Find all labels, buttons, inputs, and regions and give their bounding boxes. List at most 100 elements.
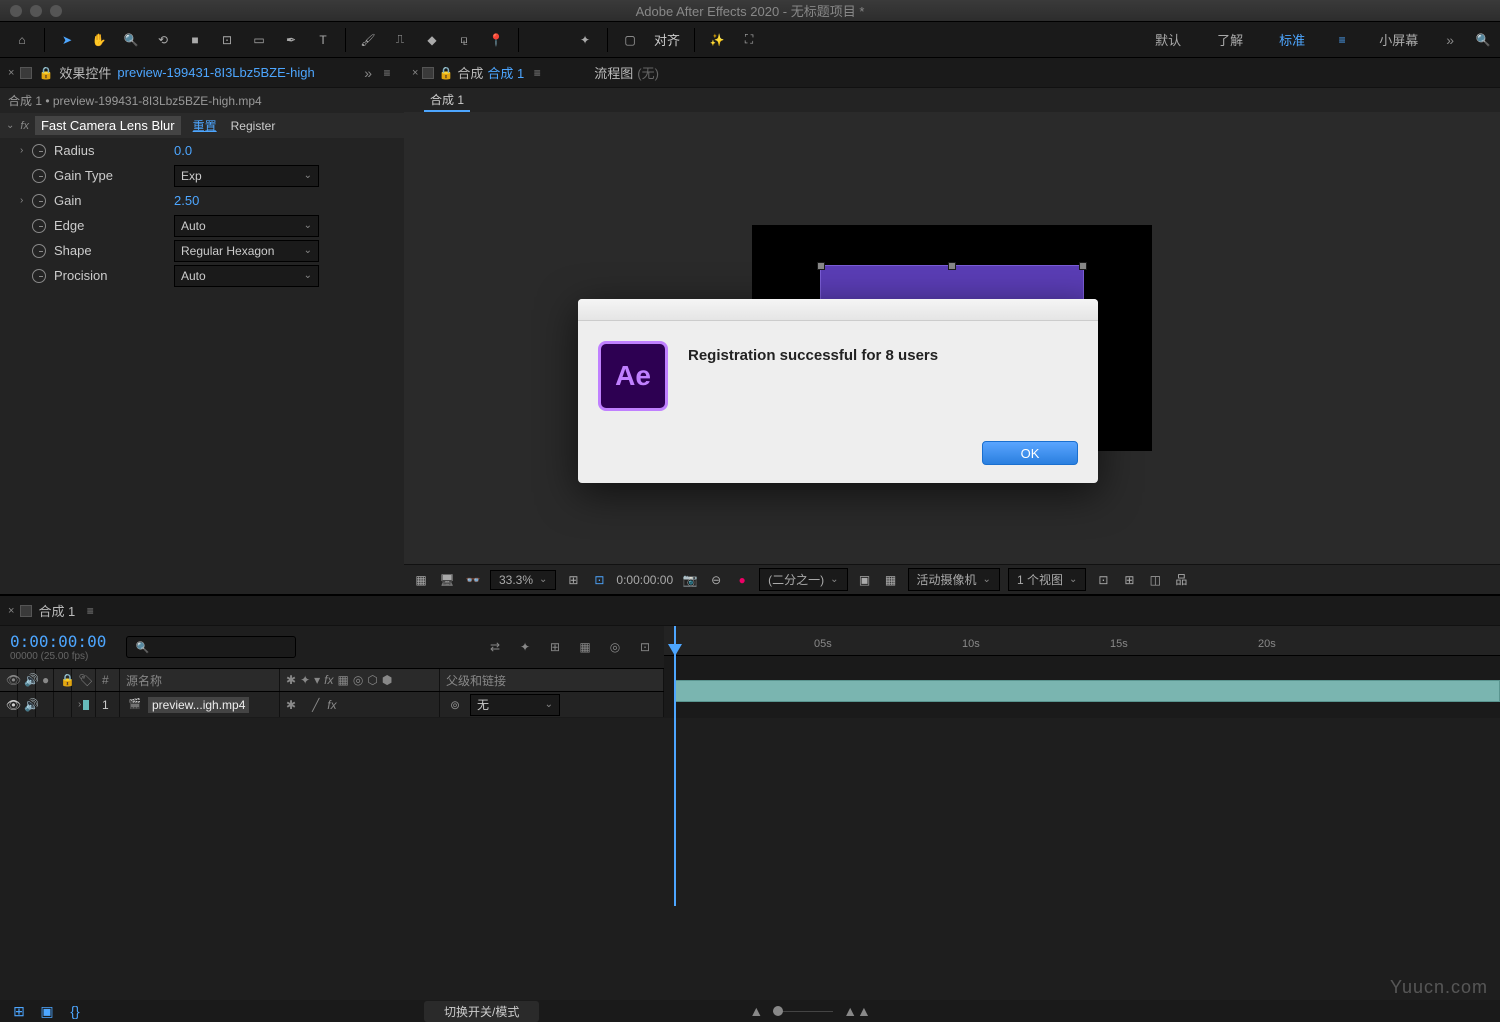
display-icon[interactable]: 🖥: [438, 571, 456, 589]
dialog-titlebar[interactable]: [578, 299, 1098, 321]
pen-tool[interactable]: ✒: [277, 26, 305, 54]
orbit-tool[interactable]: ⟲: [149, 26, 177, 54]
3d-axis-tool[interactable]: ✦: [571, 26, 599, 54]
layer-row[interactable]: 👁 🔊 › 1 🎬 preview...igh.mp4 ✱╱fx ⊚ 无⌄: [0, 692, 664, 718]
vf-icon[interactable]: ⊡: [1094, 571, 1112, 589]
tl-icon[interactable]: ◎: [606, 638, 624, 656]
home-button[interactable]: ⌂: [8, 26, 36, 54]
search-icon[interactable]: 🔍: [1474, 31, 1492, 49]
prop-value[interactable]: 0.0: [174, 143, 192, 158]
camera-tool[interactable]: ■: [181, 26, 209, 54]
color-icon[interactable]: ●: [733, 571, 751, 589]
toggle-switches-button[interactable]: 切换开关/模式: [424, 1001, 539, 1022]
prop-value[interactable]: 2.50: [174, 193, 199, 208]
selection-tool[interactable]: ➤: [53, 26, 81, 54]
zoom-select[interactable]: 33.3%⌄: [490, 570, 556, 590]
safe-icon[interactable]: ⊡: [590, 571, 608, 589]
zoom-out-icon[interactable]: ▲: [749, 1003, 763, 1019]
roto-tool[interactable]: ⚼: [450, 26, 478, 54]
solo-icon[interactable]: ●: [42, 671, 49, 689]
effect-register-button[interactable]: Register: [231, 119, 276, 133]
clone-tool[interactable]: ⎍: [386, 26, 414, 54]
option-icon[interactable]: ⊞: [564, 571, 582, 589]
source-name-column[interactable]: 源名称: [120, 669, 280, 691]
tl-icon[interactable]: ⊡: [636, 638, 654, 656]
transform-handle[interactable]: [1079, 262, 1087, 270]
pan-behind-tool[interactable]: ⊡: [213, 26, 241, 54]
viewer-timecode[interactable]: 0:00:00:00: [616, 573, 673, 587]
mask-icon[interactable]: 👓: [464, 571, 482, 589]
resolution-select[interactable]: (二分之一)⌄: [759, 568, 847, 591]
views-select[interactable]: 1 个视图⌄: [1008, 568, 1086, 591]
panel-menu-icon[interactable]: ≡: [528, 64, 546, 82]
playhead[interactable]: [674, 626, 676, 906]
stopwatch-icon[interactable]: [32, 219, 46, 233]
shape-tool[interactable]: ▭: [245, 26, 273, 54]
collapse-icon[interactable]: ⌄: [6, 120, 14, 131]
layer-color-swatch[interactable]: [83, 700, 89, 710]
close-tab-icon[interactable]: ×: [8, 605, 14, 617]
status-icon[interactable]: {}: [66, 1002, 84, 1020]
edge-select[interactable]: Auto⌄: [174, 215, 319, 237]
workspace-learn[interactable]: 了解: [1209, 26, 1251, 53]
transform-handle[interactable]: [948, 262, 956, 270]
tl-icon[interactable]: ⊞: [546, 638, 564, 656]
vf-icon[interactable]: ◫: [1146, 571, 1164, 589]
vf-icon[interactable]: 品: [1172, 571, 1190, 589]
zoom-in-icon[interactable]: ▲▲: [843, 1003, 871, 1019]
stopwatch-icon[interactable]: [32, 269, 46, 283]
transparency-icon[interactable]: ▦: [882, 571, 900, 589]
status-icon[interactable]: ▣: [38, 1002, 56, 1020]
stopwatch-icon[interactable]: [32, 144, 46, 158]
zoom-slider-handle[interactable]: [773, 1006, 783, 1016]
lock-icon[interactable]: 🔒: [438, 66, 453, 80]
workspace-default[interactable]: 默认: [1147, 26, 1189, 53]
shape-select[interactable]: Regular Hexagon⌄: [174, 240, 319, 262]
maximize-window-icon[interactable]: [50, 5, 62, 17]
close-tab-icon[interactable]: ×: [412, 67, 418, 79]
tl-icon[interactable]: ✦: [516, 638, 534, 656]
workspace-small-screen[interactable]: 小屏幕: [1371, 26, 1426, 53]
tag-icon[interactable]: 🏷: [78, 671, 93, 689]
zoom-tool[interactable]: 🔍: [117, 26, 145, 54]
timeline-tab[interactable]: 合成 1: [38, 601, 75, 620]
close-tab-icon[interactable]: ×: [8, 67, 14, 79]
close-window-icon[interactable]: [10, 5, 22, 17]
viewer-tab-name[interactable]: 合成 1: [487, 63, 524, 82]
roi-icon[interactable]: ▣: [856, 571, 874, 589]
effect-name[interactable]: Fast Camera Lens Blur: [35, 116, 181, 135]
effect-reset-link[interactable]: 重置: [193, 117, 217, 134]
stopwatch-icon[interactable]: [32, 244, 46, 258]
effects-tab-file[interactable]: preview-199431-8I3Lbz5BZE-high: [117, 65, 314, 80]
viewer-subtab-active[interactable]: 合成 1: [424, 89, 470, 112]
procision-select[interactable]: Auto⌄: [174, 265, 319, 287]
overflow-icon[interactable]: »: [1446, 32, 1454, 48]
gain-type-select[interactable]: Exp⌄: [174, 165, 319, 187]
eraser-tool[interactable]: ◆: [418, 26, 446, 54]
fx-icon[interactable]: fx: [20, 120, 29, 132]
workspace-standard[interactable]: 标准: [1271, 26, 1313, 53]
timeline-search[interactable]: 🔍: [126, 636, 296, 658]
channel-icon[interactable]: ⊖: [707, 571, 725, 589]
grid-icon[interactable]: ▦: [412, 571, 430, 589]
expand-icon[interactable]: ›: [20, 145, 32, 156]
stopwatch-icon[interactable]: [32, 194, 46, 208]
timeline-right[interactable]: 05s 10s 15s 20s: [664, 626, 1500, 718]
camera-select[interactable]: 活动摄像机⌄: [908, 568, 1000, 591]
expand-icon[interactable]: ›: [78, 699, 81, 710]
layer-name[interactable]: preview...igh.mp4: [148, 697, 249, 713]
layer-clip[interactable]: [674, 680, 1500, 702]
status-icon[interactable]: ⊞: [10, 1002, 28, 1020]
menu-icon[interactable]: ≡: [1333, 31, 1351, 49]
hand-tool[interactable]: ✋: [85, 26, 113, 54]
panel-menu-icon[interactable]: ≡: [81, 602, 99, 620]
stopwatch-icon[interactable]: [32, 169, 46, 183]
tl-icon[interactable]: ▦: [576, 638, 594, 656]
tl-icon[interactable]: ⇄: [486, 638, 504, 656]
brush-tool[interactable]: 🖌: [354, 26, 382, 54]
vf-icon[interactable]: ⊞: [1120, 571, 1138, 589]
parent-column[interactable]: 父级和链接: [440, 669, 664, 691]
tool-extra-1[interactable]: ✨: [703, 26, 731, 54]
lock-icon[interactable]: 🔒: [38, 66, 53, 80]
panel-menu-icon[interactable]: ≡: [378, 64, 396, 82]
